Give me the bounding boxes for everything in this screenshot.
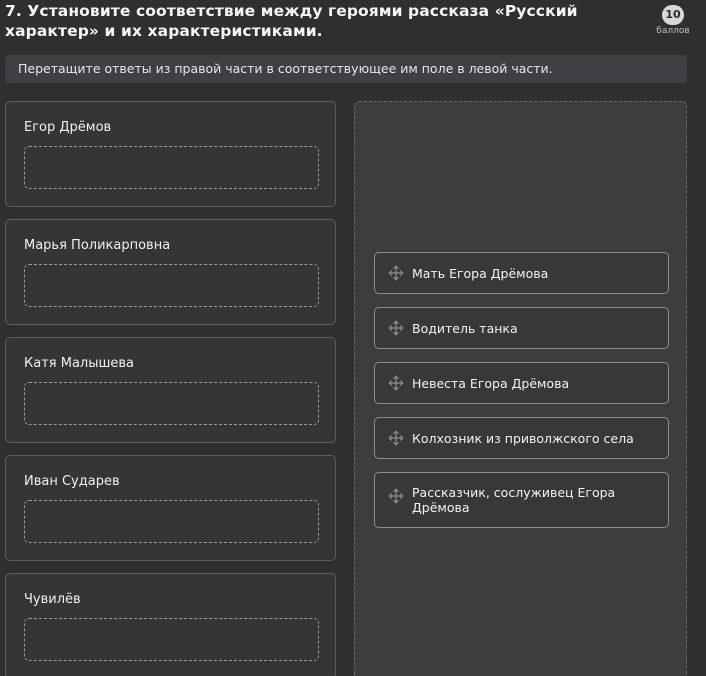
answer-label: Колхозник из приволжского села: [412, 430, 634, 446]
move-icon: [388, 430, 404, 446]
answer-label: Рассказчик, сослуживец Егора Дрёмова: [412, 485, 616, 515]
character-card-dremov: Егор Дрёмов: [5, 101, 336, 207]
points-label: баллов: [656, 26, 690, 36]
drop-zone-katya[interactable]: [24, 382, 319, 425]
character-name: Марья Поликарповна: [24, 238, 171, 253]
answers-list: Мать Егора Дрёмова Водитель танка Невест…: [374, 252, 669, 541]
character-name: Егор Дрёмов: [24, 120, 112, 135]
character-name: Иван Сударев: [24, 474, 120, 489]
character-card-marya: Марья Поликарповна: [5, 219, 336, 325]
answer-item-mother[interactable]: Мать Егора Дрёмова: [374, 252, 669, 294]
character-card-chuvilev: Чувилёв: [5, 573, 336, 676]
move-icon: [388, 375, 404, 391]
points-indicator: 10 баллов: [648, 3, 698, 36]
drop-zone-chuvilev[interactable]: [24, 618, 319, 661]
question-title: 7. Установите соответствие между героями…: [5, 2, 578, 40]
answer-label: Невеста Егора Дрёмова: [412, 375, 570, 391]
drop-zone-sudarev[interactable]: [24, 500, 319, 543]
move-icon: [388, 265, 404, 281]
answer-item-narrator[interactable]: Рассказчик, сослуживец Егора Дрёмова: [374, 472, 669, 528]
question-header: 7. Установите соответствие между героями…: [5, 1, 645, 41]
points-badge: 10: [662, 5, 684, 25]
character-name: Чувилёв: [24, 592, 81, 607]
answers-pool[interactable]: Мать Егора Дрёмова Водитель танка Невест…: [354, 101, 687, 676]
character-card-katya: Катя Малышева: [5, 337, 336, 443]
answer-item-collective-farmer[interactable]: Колхозник из приволжского села: [374, 417, 669, 459]
drop-zone-marya[interactable]: [24, 264, 319, 307]
answer-item-fiancee[interactable]: Невеста Егора Дрёмова: [374, 362, 669, 404]
characters-column: Егор Дрёмов Марья Поликарповна Катя Малы…: [5, 101, 336, 676]
move-icon: [388, 320, 404, 336]
answer-item-tank-driver[interactable]: Водитель танка: [374, 307, 669, 349]
drop-zone-dremov[interactable]: [24, 146, 319, 189]
answer-label: Мать Егора Дрёмова: [412, 265, 549, 281]
question-page: 7. Установите соответствие между героями…: [0, 0, 706, 676]
move-icon: [388, 488, 404, 504]
character-name: Катя Малышева: [24, 356, 134, 371]
answer-label: Водитель танка: [412, 320, 518, 336]
character-card-sudarev: Иван Сударев: [5, 455, 336, 561]
instruction-banner: Перетащите ответы из правой части в соот…: [5, 55, 687, 83]
